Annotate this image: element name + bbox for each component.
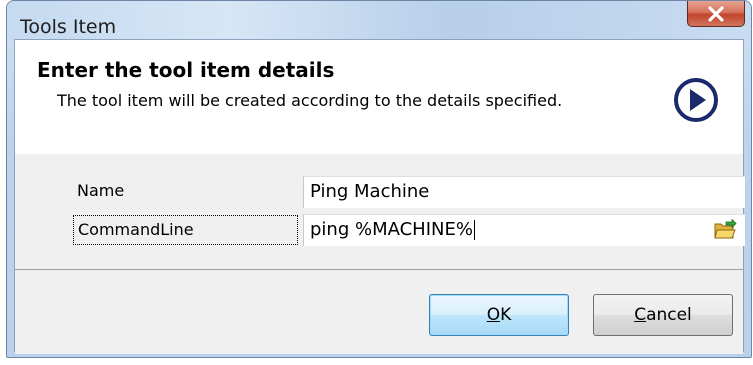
button-bar: OK Cancel	[15, 269, 743, 354]
cancel-button[interactable]: Cancel	[593, 294, 733, 336]
title-bar[interactable]: Tools Item	[7, 1, 751, 39]
close-button[interactable]	[687, 1, 745, 27]
cancel-label: ancel	[646, 305, 692, 325]
commandline-label: CommandLine	[73, 215, 298, 245]
ok-button[interactable]: OK	[429, 294, 569, 336]
name-label: Name	[77, 181, 125, 200]
folder-open-icon[interactable]	[713, 219, 737, 241]
close-icon	[708, 5, 724, 22]
tools-item-dialog: Tools Item Enter the tool item details T…	[6, 0, 752, 358]
header-description: The tool item will be created according …	[57, 91, 563, 110]
ok-mnemonic: O	[486, 305, 501, 325]
details-form: Name Ping Machine CommandLine ping %MACH…	[15, 154, 745, 270]
header-panel: Enter the tool item details The tool ite…	[15, 40, 743, 155]
ok-label: K	[500, 305, 512, 325]
header-title: Enter the tool item details	[37, 58, 335, 82]
text-caret	[473, 220, 475, 240]
next-arrow-circle-icon	[674, 78, 718, 122]
commandline-field[interactable]: ping %MACHINE%	[303, 214, 745, 246]
dialog-body: Enter the tool item details The tool ite…	[14, 39, 745, 354]
window-title: Tools Item	[20, 16, 117, 38]
cancel-mnemonic: C	[634, 305, 647, 325]
name-value: Ping Machine	[310, 181, 430, 202]
name-field[interactable]: Ping Machine	[303, 176, 745, 208]
commandline-value: ping %MACHINE%	[310, 219, 473, 240]
